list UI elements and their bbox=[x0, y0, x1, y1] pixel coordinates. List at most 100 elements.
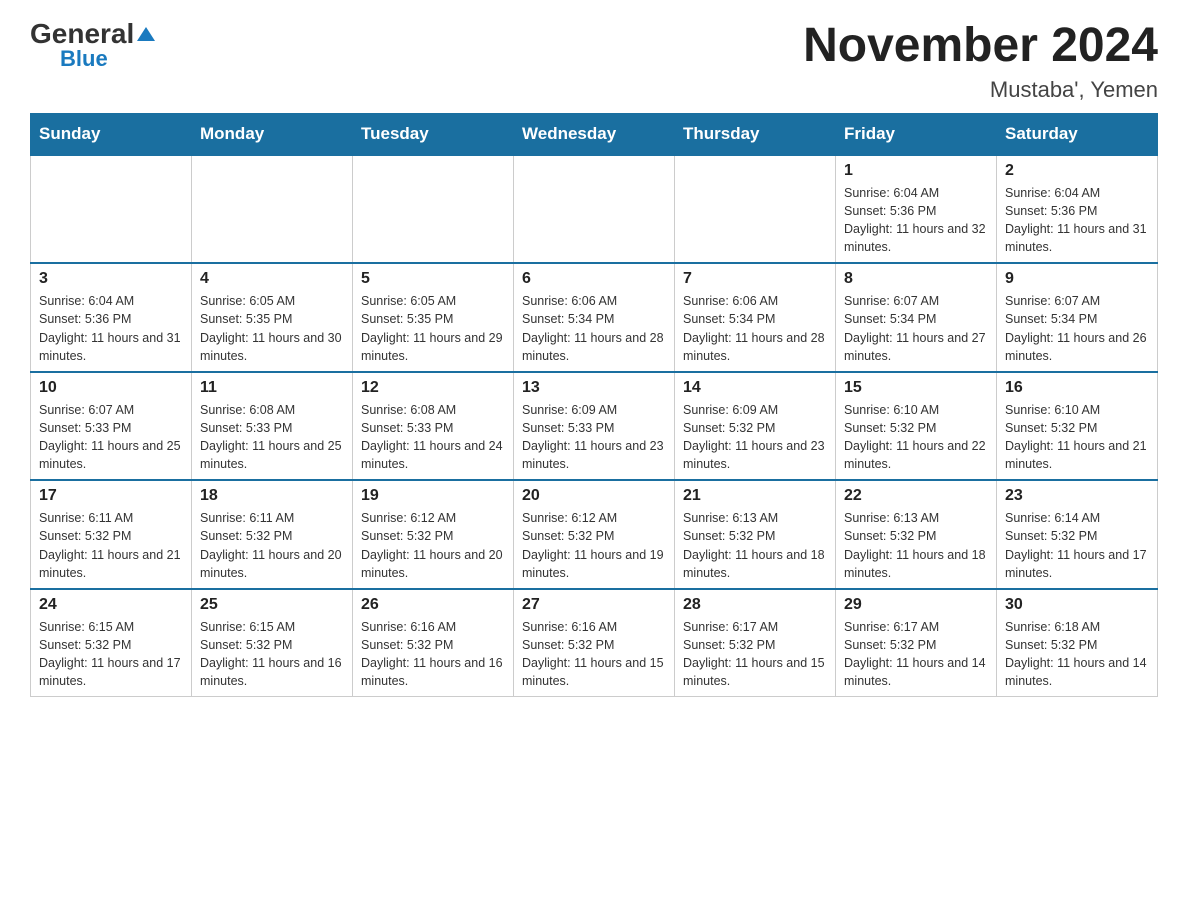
day-info: Sunrise: 6:16 AM Sunset: 5:32 PM Dayligh… bbox=[522, 618, 666, 691]
day-number: 13 bbox=[522, 379, 666, 397]
calendar-cell-w3-d7: 16Sunrise: 6:10 AM Sunset: 5:32 PM Dayli… bbox=[997, 372, 1158, 481]
calendar-cell-w3-d2: 11 Sunrise: 6:08 AM Sunset: 5:33 PM Dayli… bbox=[192, 372, 353, 481]
day-number: 20 bbox=[522, 487, 666, 505]
logo: General Blue bbox=[30, 20, 155, 72]
day-info: Sunrise: 6:04 AM Sunset: 5:36 PM Dayligh… bbox=[844, 184, 988, 257]
logo-blue-text: Blue bbox=[60, 46, 108, 72]
day-info: Sunrise: 6:05 AM Sunset: 5:35 PM Dayligh… bbox=[361, 292, 505, 365]
header-wednesday: Wednesday bbox=[514, 113, 675, 155]
calendar-cell-w3-d3: 12 Sunrise: 6:08 AM Sunset: 5:33 PM Dayli… bbox=[353, 372, 514, 481]
week-row-3: 10 Sunrise: 6:07 AM Sunset: 5:33 PM Dayli… bbox=[31, 372, 1158, 481]
week-row-1: 1 Sunrise: 6:04 AM Sunset: 5:36 PM Daylig… bbox=[31, 155, 1158, 264]
weekday-header-row: Sunday Monday Tuesday Wednesday Thursday… bbox=[31, 113, 1158, 155]
calendar-cell-w5-d4: 27Sunrise: 6:16 AM Sunset: 5:32 PM Dayli… bbox=[514, 589, 675, 697]
calendar-cell-w1-d3 bbox=[353, 155, 514, 264]
day-number: 4 bbox=[200, 270, 344, 288]
header-tuesday: Tuesday bbox=[353, 113, 514, 155]
calendar-cell-w5-d6: 29 Sunrise: 6:17 AM Sunset: 5:32 PM Dayli… bbox=[836, 589, 997, 697]
week-row-5: 24 Sunrise: 6:15 AM Sunset: 5:32 PM Dayli… bbox=[31, 589, 1158, 697]
day-info: Sunrise: 6:08 AM Sunset: 5:33 PM Dayligh… bbox=[200, 401, 344, 474]
day-info: Sunrise: 6:12 AM Sunset: 5:32 PM Dayligh… bbox=[522, 509, 666, 582]
day-info: Sunrise: 6:17 AM Sunset: 5:32 PM Dayligh… bbox=[683, 618, 827, 691]
month-title: November 2024 bbox=[803, 20, 1158, 73]
calendar-cell-w1-d5 bbox=[675, 155, 836, 264]
day-number: 1 bbox=[844, 162, 988, 180]
day-number: 14 bbox=[683, 379, 827, 397]
calendar-cell-w5-d3: 26 Sunrise: 6:16 AM Sunset: 5:32 PM Dayli… bbox=[353, 589, 514, 697]
calendar-cell-w2-d4: 6 Sunrise: 6:06 AM Sunset: 5:34 PM Daylig… bbox=[514, 263, 675, 372]
day-info: Sunrise: 6:09 AM Sunset: 5:33 PM Dayligh… bbox=[522, 401, 666, 474]
day-info: Sunrise: 6:04 AM Sunset: 5:36 PM Dayligh… bbox=[1005, 184, 1149, 257]
day-number: 19 bbox=[361, 487, 505, 505]
day-info: Sunrise: 6:18 AM Sunset: 5:32 PM Dayligh… bbox=[1005, 618, 1149, 691]
calendar-cell-w1-d2 bbox=[192, 155, 353, 264]
day-info: Sunrise: 6:14 AM Sunset: 5:32 PM Dayligh… bbox=[1005, 509, 1149, 582]
day-info: Sunrise: 6:17 AM Sunset: 5:32 PM Dayligh… bbox=[844, 618, 988, 691]
day-number: 28 bbox=[683, 596, 827, 614]
logo-triangle-icon bbox=[137, 27, 155, 41]
day-number: 21 bbox=[683, 487, 827, 505]
calendar-cell-w1-d6: 1 Sunrise: 6:04 AM Sunset: 5:36 PM Daylig… bbox=[836, 155, 997, 264]
calendar-cell-w5-d2: 25Sunrise: 6:15 AM Sunset: 5:32 PM Dayli… bbox=[192, 589, 353, 697]
day-info: Sunrise: 6:16 AM Sunset: 5:32 PM Dayligh… bbox=[361, 618, 505, 691]
day-info: Sunrise: 6:10 AM Sunset: 5:32 PM Dayligh… bbox=[844, 401, 988, 474]
calendar-cell-w4-d7: 23 Sunrise: 6:14 AM Sunset: 5:32 PM Dayli… bbox=[997, 480, 1158, 589]
week-row-4: 17 Sunrise: 6:11 AM Sunset: 5:32 PM Dayli… bbox=[31, 480, 1158, 589]
calendar-cell-w5-d7: 30 Sunrise: 6:18 AM Sunset: 5:32 PM Dayli… bbox=[997, 589, 1158, 697]
day-number: 23 bbox=[1005, 487, 1149, 505]
calendar-cell-w5-d5: 28 Sunrise: 6:17 AM Sunset: 5:32 PM Dayli… bbox=[675, 589, 836, 697]
calendar-cell-w2-d5: 7Sunrise: 6:06 AM Sunset: 5:34 PM Daylig… bbox=[675, 263, 836, 372]
calendar-cell-w2-d3: 5 Sunrise: 6:05 AM Sunset: 5:35 PM Daylig… bbox=[353, 263, 514, 372]
calendar-cell-w4-d4: 20 Sunrise: 6:12 AM Sunset: 5:32 PM Dayli… bbox=[514, 480, 675, 589]
day-number: 25 bbox=[200, 596, 344, 614]
calendar-cell-w5-d1: 24 Sunrise: 6:15 AM Sunset: 5:32 PM Dayli… bbox=[31, 589, 192, 697]
day-info: Sunrise: 6:06 AM Sunset: 5:34 PM Dayligh… bbox=[683, 292, 827, 365]
day-number: 10 bbox=[39, 379, 183, 397]
header-monday: Monday bbox=[192, 113, 353, 155]
day-number: 18 bbox=[200, 487, 344, 505]
calendar-cell-w4-d2: 18Sunrise: 6:11 AM Sunset: 5:32 PM Dayli… bbox=[192, 480, 353, 589]
day-info: Sunrise: 6:15 AM Sunset: 5:32 PM Dayligh… bbox=[39, 618, 183, 691]
calendar-cell-w4-d6: 22 Sunrise: 6:13 AM Sunset: 5:32 PM Dayli… bbox=[836, 480, 997, 589]
calendar-cell-w4-d5: 21Sunrise: 6:13 AM Sunset: 5:32 PM Dayli… bbox=[675, 480, 836, 589]
calendar-cell-w2-d6: 8 Sunrise: 6:07 AM Sunset: 5:34 PM Daylig… bbox=[836, 263, 997, 372]
calendar-cell-w2-d7: 9Sunrise: 6:07 AM Sunset: 5:34 PM Daylig… bbox=[997, 263, 1158, 372]
day-info: Sunrise: 6:11 AM Sunset: 5:32 PM Dayligh… bbox=[39, 509, 183, 582]
header-friday: Friday bbox=[836, 113, 997, 155]
day-info: Sunrise: 6:09 AM Sunset: 5:32 PM Dayligh… bbox=[683, 401, 827, 474]
day-number: 30 bbox=[1005, 596, 1149, 614]
day-info: Sunrise: 6:13 AM Sunset: 5:32 PM Dayligh… bbox=[844, 509, 988, 582]
day-number: 5 bbox=[361, 270, 505, 288]
day-number: 26 bbox=[361, 596, 505, 614]
day-info: Sunrise: 6:05 AM Sunset: 5:35 PM Dayligh… bbox=[200, 292, 344, 365]
day-number: 24 bbox=[39, 596, 183, 614]
header-sunday: Sunday bbox=[31, 113, 192, 155]
title-area: November 2024 Mustaba', Yemen bbox=[803, 20, 1158, 103]
calendar-cell-w3-d4: 13 Sunrise: 6:09 AM Sunset: 5:33 PM Dayli… bbox=[514, 372, 675, 481]
calendar-cell-w3-d5: 14 Sunrise: 6:09 AM Sunset: 5:32 PM Dayli… bbox=[675, 372, 836, 481]
day-number: 22 bbox=[844, 487, 988, 505]
calendar-cell-w2-d2: 4 Sunrise: 6:05 AM Sunset: 5:35 PM Daylig… bbox=[192, 263, 353, 372]
header-thursday: Thursday bbox=[675, 113, 836, 155]
calendar-table: Sunday Monday Tuesday Wednesday Thursday… bbox=[30, 113, 1158, 698]
day-info: Sunrise: 6:07 AM Sunset: 5:33 PM Dayligh… bbox=[39, 401, 183, 474]
week-row-2: 3Sunrise: 6:04 AM Sunset: 5:36 PM Daylig… bbox=[31, 263, 1158, 372]
day-number: 6 bbox=[522, 270, 666, 288]
day-info: Sunrise: 6:07 AM Sunset: 5:34 PM Dayligh… bbox=[844, 292, 988, 365]
day-info: Sunrise: 6:07 AM Sunset: 5:34 PM Dayligh… bbox=[1005, 292, 1149, 365]
day-number: 2 bbox=[1005, 162, 1149, 180]
calendar-cell-w3-d1: 10 Sunrise: 6:07 AM Sunset: 5:33 PM Dayli… bbox=[31, 372, 192, 481]
day-number: 15 bbox=[844, 379, 988, 397]
day-number: 8 bbox=[844, 270, 988, 288]
day-number: 29 bbox=[844, 596, 988, 614]
day-number: 3 bbox=[39, 270, 183, 288]
day-number: 16 bbox=[1005, 379, 1149, 397]
day-number: 11 bbox=[200, 379, 344, 397]
calendar-cell-w4-d3: 19Sunrise: 6:12 AM Sunset: 5:32 PM Dayli… bbox=[353, 480, 514, 589]
day-info: Sunrise: 6:08 AM Sunset: 5:33 PM Dayligh… bbox=[361, 401, 505, 474]
calendar-cell-w1-d4 bbox=[514, 155, 675, 264]
day-number: 17 bbox=[39, 487, 183, 505]
calendar-cell-w3-d6: 15 Sunrise: 6:10 AM Sunset: 5:32 PM Dayli… bbox=[836, 372, 997, 481]
day-info: Sunrise: 6:06 AM Sunset: 5:34 PM Dayligh… bbox=[522, 292, 666, 365]
day-number: 12 bbox=[361, 379, 505, 397]
